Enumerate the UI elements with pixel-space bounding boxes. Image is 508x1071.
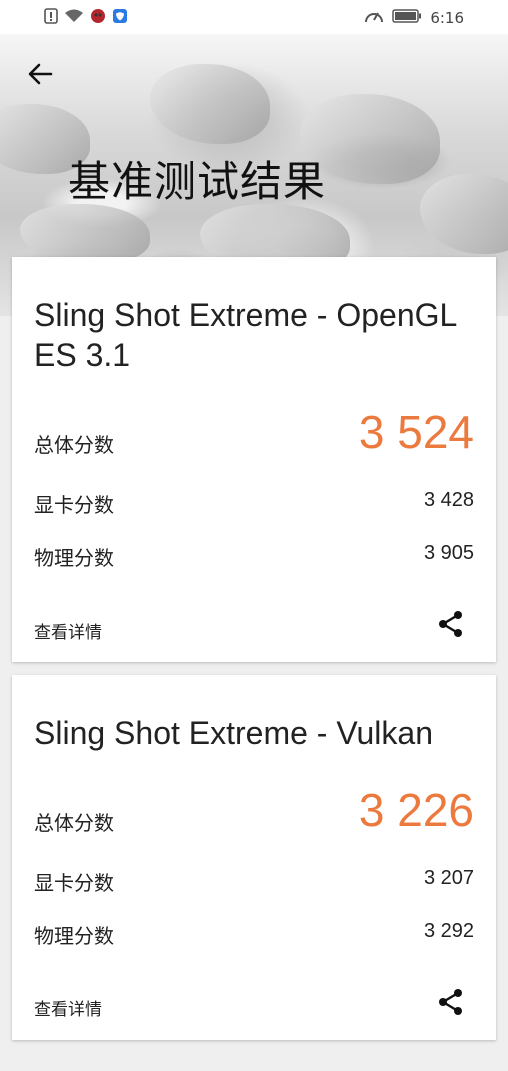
card-title: Sling Shot Extreme - OpenGL ES 3.1 xyxy=(34,297,457,373)
page-title: 基准测试结果 xyxy=(68,157,327,206)
physics-score-label: 物理分数 xyxy=(34,546,114,570)
alert-icon xyxy=(44,8,58,28)
overall-score-label: 总体分数 xyxy=(34,433,114,457)
view-details-link[interactable]: 查看详情 xyxy=(34,995,102,1020)
arrow-left-icon xyxy=(27,61,53,91)
back-button[interactable] xyxy=(22,58,58,94)
share-icon xyxy=(436,609,466,643)
overall-score-value: 3 226 xyxy=(358,784,474,836)
battery-icon xyxy=(392,8,422,28)
status-time: 6:16 xyxy=(430,9,464,27)
result-card-vulkan: Sling Shot Extreme - Vulkan 总体分数 3 226 显… xyxy=(12,675,496,1040)
physics-score-label: 物理分数 xyxy=(34,924,114,948)
banner-rock xyxy=(150,64,270,144)
graphics-score-value: 3 207 xyxy=(423,867,474,889)
view-details-link[interactable]: 查看详情 xyxy=(34,618,102,643)
graphics-score-label: 显卡分数 xyxy=(34,493,114,517)
banner-rock xyxy=(420,174,508,254)
share-button[interactable] xyxy=(434,987,468,1021)
card-title: Sling Shot Extreme - Vulkan xyxy=(34,715,433,751)
share-icon xyxy=(436,987,466,1021)
graphics-score-label: 显卡分数 xyxy=(34,871,114,895)
banner-rock xyxy=(20,204,150,264)
app-icon xyxy=(90,8,106,28)
overall-score-label: 总体分数 xyxy=(34,811,114,835)
wifi-icon xyxy=(64,8,84,28)
graphics-score-value: 3 428 xyxy=(423,489,474,511)
shield-icon xyxy=(112,8,128,28)
physics-score-value: 3 905 xyxy=(423,542,474,564)
speed-icon xyxy=(364,8,384,28)
overall-score-value: 3 524 xyxy=(358,406,474,458)
share-button[interactable] xyxy=(434,609,468,643)
status-left-icons xyxy=(44,8,128,28)
status-bar: 6:16 xyxy=(0,0,508,34)
physics-score-value: 3 292 xyxy=(423,920,474,942)
status-right-icons: 6:16 xyxy=(364,8,464,28)
result-card-opengl: Sling Shot Extreme - OpenGL ES 3.1 总体分数 … xyxy=(12,257,496,662)
